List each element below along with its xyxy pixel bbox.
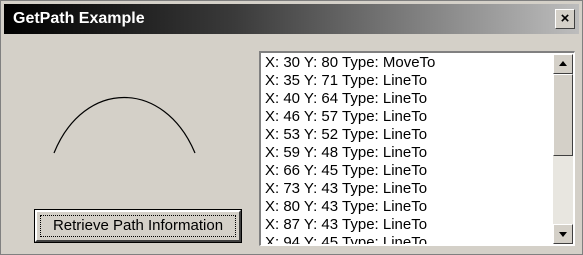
dialog-window: GetPath Example × Retrieve Path Informat…: [0, 0, 583, 255]
list-item[interactable]: X: 73 Y: 43 Type: LineTo: [262, 180, 552, 198]
list-item[interactable]: X: 35 Y: 71 Type: LineTo: [262, 72, 552, 90]
list-item[interactable]: X: 87 Y: 43 Type: LineTo: [262, 216, 552, 234]
close-button[interactable]: ×: [555, 9, 575, 29]
retrieve-path-button[interactable]: Retrieve Path Information: [34, 209, 242, 243]
vertical-scrollbar[interactable]: [553, 54, 573, 244]
list-item[interactable]: X: 46 Y: 57 Type: LineTo: [262, 108, 552, 126]
title-bar[interactable]: GetPath Example ×: [4, 4, 579, 34]
list-item[interactable]: X: 30 Y: 80 Type: MoveTo: [262, 54, 552, 72]
path-info-listbox[interactable]: X: 30 Y: 80 Type: MoveTo X: 35 Y: 71 Type…: [259, 51, 575, 246]
scroll-down-button[interactable]: [553, 224, 573, 244]
list-item[interactable]: X: 59 Y: 48 Type: LineTo: [262, 144, 552, 162]
path-drawing: [53, 96, 196, 154]
scroll-up-button[interactable]: [553, 54, 573, 74]
list-item[interactable]: X: 94 Y: 45 Type: LineTo: [262, 234, 552, 244]
list-item[interactable]: X: 53 Y: 52 Type: LineTo: [262, 126, 552, 144]
scroll-thumb[interactable]: [553, 74, 573, 156]
window-title: GetPath Example: [13, 10, 145, 27]
arc-path: [53, 96, 196, 154]
list-item[interactable]: X: 80 Y: 43 Type: LineTo: [262, 198, 552, 216]
close-icon: ×: [560, 10, 570, 27]
list-item[interactable]: X: 40 Y: 64 Type: LineTo: [262, 90, 552, 108]
listbox-items: X: 30 Y: 80 Type: MoveTo X: 35 Y: 71 Type…: [262, 54, 552, 244]
retrieve-path-button-label: Retrieve Path Information: [40, 215, 236, 237]
arrow-down-icon: [559, 232, 567, 237]
arrow-up-icon: [559, 61, 567, 66]
list-item[interactable]: X: 66 Y: 45 Type: LineTo: [262, 162, 552, 180]
